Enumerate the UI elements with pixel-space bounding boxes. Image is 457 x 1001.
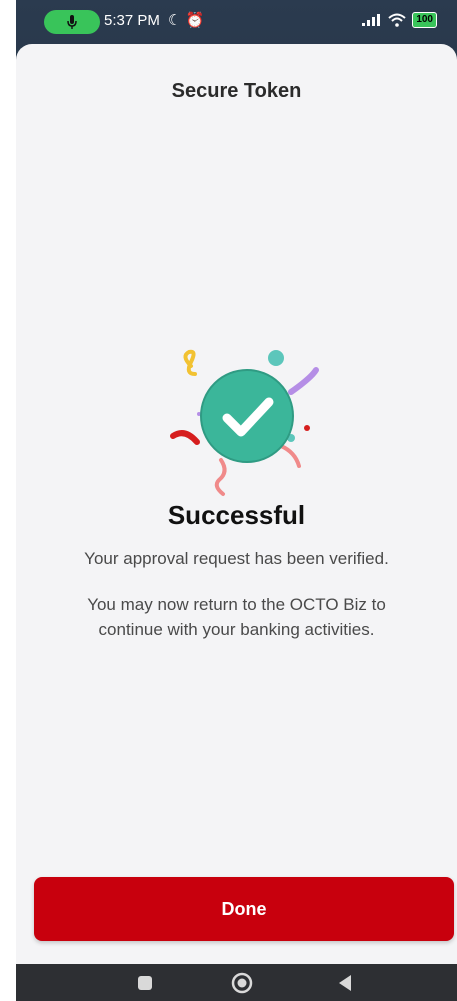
status-right-icons: 100 <box>362 12 437 28</box>
circle-icon <box>231 972 253 994</box>
done-button[interactable]: Done <box>34 877 454 941</box>
success-illustration <box>170 349 319 496</box>
moon-icon: ☾ <box>168 12 186 29</box>
status-time: 5:37 PM <box>104 12 160 29</box>
back-button[interactable] <box>334 972 356 994</box>
alarm-icon: ⏰ <box>185 12 209 29</box>
mic-icon <box>67 15 77 29</box>
result-title: Successful <box>167 500 306 530</box>
square-icon <box>138 976 152 990</box>
system-navigation-bar <box>16 964 457 1001</box>
status-icons: ☾⏰ <box>168 11 208 29</box>
status-bar: 5:37 PM ☾⏰ 100 <box>16 0 457 44</box>
battery-indicator: 100 <box>412 12 437 28</box>
signal-icon <box>362 14 381 26</box>
home-button[interactable] <box>231 972 253 994</box>
wifi-icon <box>388 13 406 27</box>
triangle-back-icon <box>339 975 351 991</box>
result-message-line1: Your approval request has been verified. <box>84 549 389 568</box>
recents-button[interactable] <box>134 972 156 994</box>
mic-indicator <box>44 10 100 34</box>
content-sheet: Secure Token Successful Your approval re… <box>16 44 457 964</box>
result-message-line2: You may now return to the OCTO Biz to <box>87 595 386 614</box>
result-message-line3: continue with your banking activities. <box>98 620 375 639</box>
page-title: Secure Token <box>171 80 302 102</box>
